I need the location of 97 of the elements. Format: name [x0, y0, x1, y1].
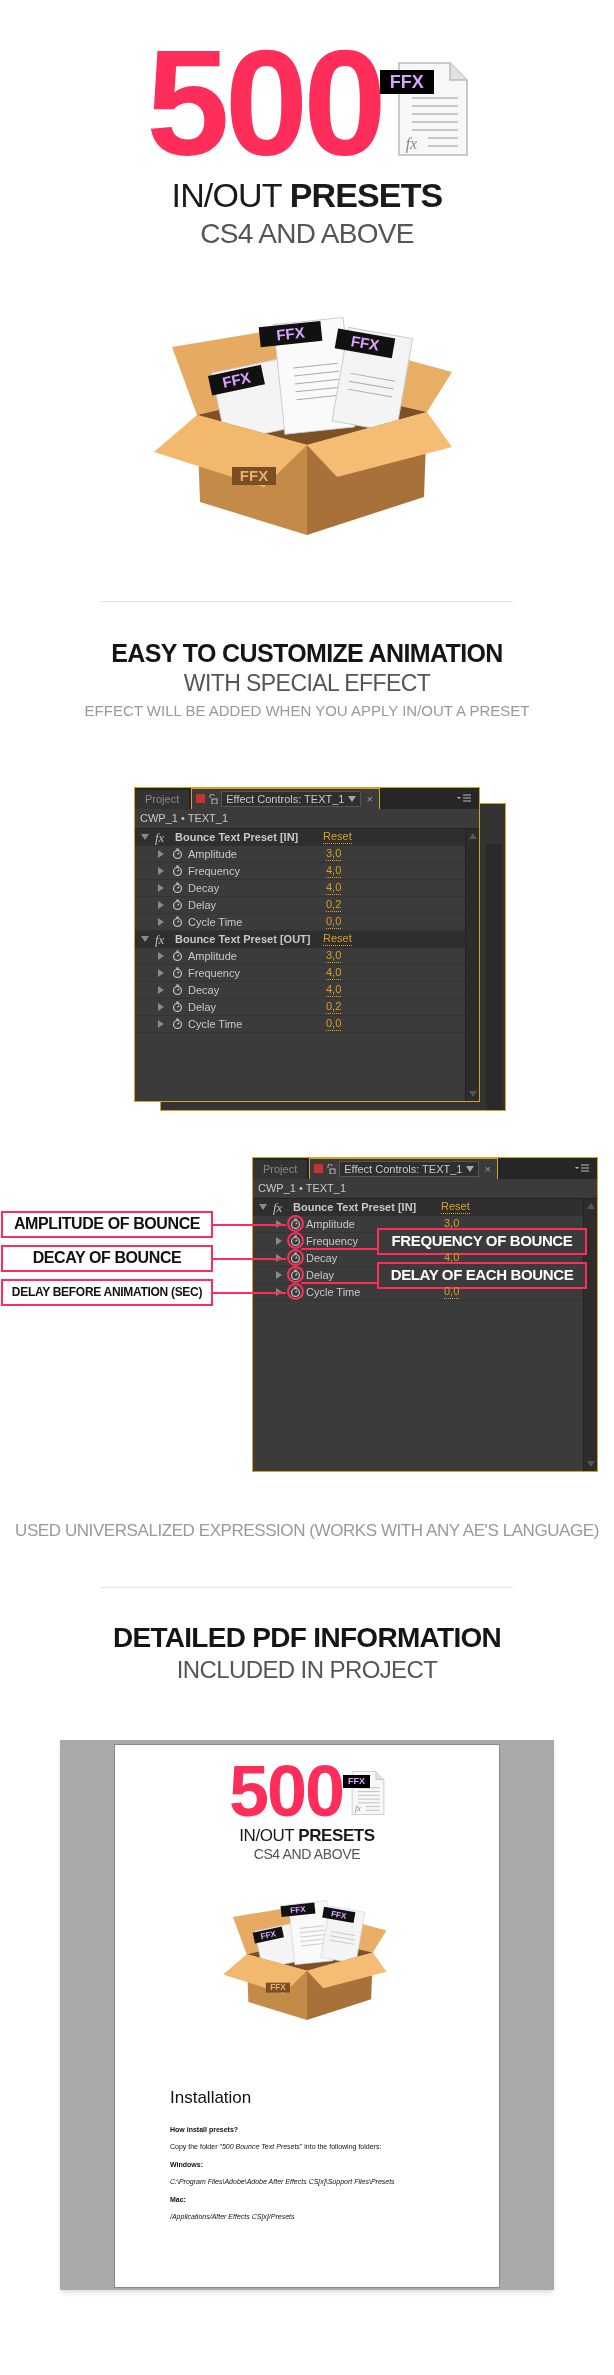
stopwatch-icon — [172, 848, 183, 860]
parameter-value[interactable]: 3,0 — [326, 846, 342, 861]
parameter-name: Frequency — [188, 965, 240, 981]
section-subtitle: INCLUDED IN PROJECT — [176, 1655, 438, 1685]
footnote: USED UNIVERSALIZED EXPRESSION (WORKS WITH ANY AE'S LANGUAGE) — [15, 1519, 599, 1541]
lock-icon[interactable] — [208, 793, 219, 804]
section-note: EFFECT WILL BE ADDED WHEN YOU APPLY IN/OUT A PRESET — [84, 702, 530, 721]
file-badge: FFX — [379, 70, 434, 94]
fx-icon: fx — [155, 830, 171, 844]
parameter-name: Amplitude — [188, 846, 237, 862]
panel-tab[interactable]: Effect Controls: TEXT_1 × — [191, 787, 380, 809]
panel-tab[interactable]: Project — [253, 1159, 308, 1179]
parameter-name: Decay — [188, 880, 220, 896]
file-label: FFX — [275, 323, 306, 344]
parameter-name: Delay — [306, 1267, 335, 1283]
scrollbar[interactable] — [465, 828, 479, 1101]
color-swatch-icon — [196, 794, 206, 804]
tab-title-field[interactable]: Effect Controls: TEXT_1 — [221, 790, 362, 807]
big-number: 500 — [228, 1761, 344, 1823]
reset-link[interactable]: Reset — [441, 1200, 470, 1215]
close-button[interactable]: × — [364, 790, 375, 807]
scrollbar[interactable] — [583, 1198, 597, 1471]
callout-label: AMPLITUDE OF BOUNCE — [1, 1210, 213, 1238]
parameter-value[interactable]: 4,0 — [326, 982, 342, 997]
parameter-name: Amplitude — [306, 1216, 355, 1232]
stopwatch-icon — [172, 950, 183, 962]
file-label: FFX — [330, 1909, 348, 1921]
stopwatch-icon — [172, 967, 183, 979]
panel-tab[interactable]: Project — [135, 789, 190, 809]
parameter-name: Cycle Time — [188, 914, 243, 930]
file-label: FFX — [289, 1904, 307, 1916]
big-number: 500 — [146, 40, 382, 168]
collapse-triangle-icon[interactable] — [141, 935, 149, 944]
lock-icon[interactable] — [326, 1163, 337, 1174]
scroll-down-icon[interactable] — [586, 1460, 595, 1467]
dropdown-caret-icon[interactable] — [466, 1165, 475, 1172]
parameter-value[interactable]: 4,0 — [326, 863, 342, 878]
file-label: FFX — [259, 1929, 277, 1942]
close-button[interactable]: × — [482, 1160, 493, 1177]
stopwatch-icon — [172, 882, 183, 894]
parameter-value[interactable]: 0,2 — [326, 999, 342, 1014]
reset-link[interactable]: Reset — [323, 830, 352, 845]
section-subtitle: WITH SPECIAL EFFECT — [183, 669, 431, 698]
stopwatch-icon — [172, 899, 183, 911]
effect-name: Bounce Text Preset [OUT] — [175, 932, 312, 947]
presets-heading: IN/OUT PRESETS — [171, 174, 443, 216]
parameter-name: Delay — [188, 999, 217, 1015]
parameter-value[interactable]: 4,0 — [326, 880, 342, 895]
stopwatch-icon — [172, 984, 183, 996]
parameter-name: Frequency — [188, 863, 240, 879]
parameter-name: Frequency — [306, 1233, 358, 1249]
file-label: FFX — [239, 467, 269, 484]
effect-name: Bounce Text Preset [IN] — [293, 1200, 418, 1215]
version-note: CS4 AND ABOVE — [253, 1846, 361, 1864]
file-label: FFX — [220, 368, 252, 391]
file-badge: FFX — [343, 1775, 371, 1788]
section-title: EASY TO CUSTOMIZE ANIMATION — [111, 638, 503, 669]
file-label: FFX — [349, 332, 381, 354]
parameter-value[interactable]: 0,2 — [326, 897, 342, 912]
stopwatch-icon — [172, 1001, 183, 1013]
fx-icon: fx — [155, 932, 171, 946]
collapse-triangle-icon[interactable] — [141, 833, 149, 842]
callout-label: DECAY OF BOUNCE — [1, 1244, 213, 1272]
stopwatch-icon — [172, 865, 183, 877]
version-note: CS4 AND ABOVE — [200, 217, 414, 251]
parameter-name: Amplitude — [188, 948, 237, 964]
scroll-up-icon[interactable] — [586, 1202, 595, 1209]
parameter-value[interactable]: 0,0 — [326, 1016, 342, 1031]
parameter-name: Delay — [188, 897, 217, 913]
panel-menu-icon[interactable] — [575, 1163, 589, 1174]
tab-title-field[interactable]: Effect Controls: TEXT_1 — [339, 1160, 480, 1177]
page-heading: Installation — [170, 2087, 253, 2110]
presets-heading: IN/OUT PRESETS — [239, 1825, 375, 1847]
callout-label: DELAY BEFORE ANIMATION (SEC) — [1, 1278, 213, 1306]
parameter-value[interactable]: 3,0 — [326, 948, 342, 963]
fx-mark: fx — [405, 136, 418, 152]
stopwatch-icon — [172, 1018, 183, 1030]
collapse-triangle-icon[interactable] — [259, 1203, 267, 1212]
effect-name: Bounce Text Preset [IN] — [175, 830, 300, 845]
parameter-name: Cycle Time — [188, 1016, 243, 1032]
fx-icon: fx — [273, 1200, 289, 1214]
color-swatch-icon — [314, 1164, 324, 1174]
parameter-name: Cycle Time — [306, 1284, 361, 1300]
panel-menu-icon[interactable] — [457, 793, 471, 804]
fx-mark: fx — [355, 1805, 361, 1813]
layer-breadcrumb: CWP_1 • TEXT_1 — [253, 1178, 597, 1199]
stopwatch-icon — [172, 916, 183, 928]
layer-breadcrumb: CWP_1 • TEXT_1 — [135, 808, 479, 829]
parameter-value[interactable]: 0,0 — [326, 914, 342, 929]
parameter-value[interactable]: 4,0 — [326, 965, 342, 980]
parameter-name: Decay — [188, 982, 220, 998]
parameter-name: Decay — [306, 1250, 338, 1266]
scroll-down-icon[interactable] — [468, 1090, 477, 1097]
section-title: DETAILED PDF INFORMATION — [112, 1621, 502, 1655]
reset-link[interactable]: Reset — [323, 932, 352, 947]
scroll-up-icon[interactable] — [468, 832, 477, 839]
panel-tab[interactable]: Effect Controls: TEXT_1 × — [309, 1157, 498, 1179]
